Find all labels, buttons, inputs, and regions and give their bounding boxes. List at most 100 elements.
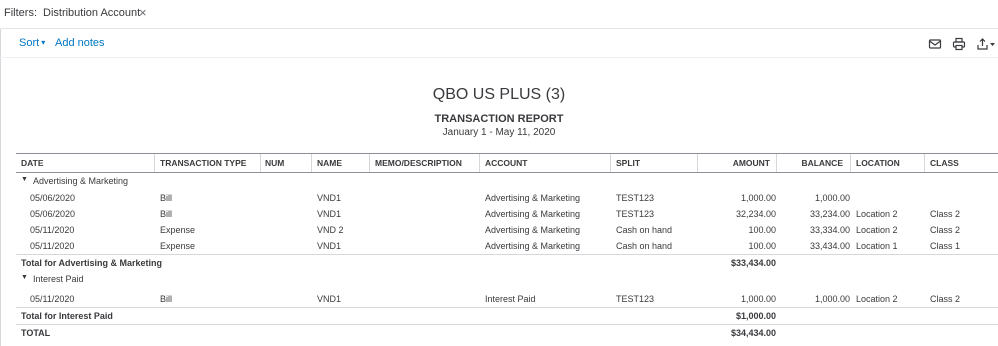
chevron-down-icon: ▾ <box>41 38 46 47</box>
cell-split: Cash on hand <box>616 225 673 235</box>
cell-split: TEST123 <box>616 193 655 203</box>
col-header-class[interactable]: CLASS <box>930 158 959 168</box>
cell-balance: 1,000.00 <box>814 294 850 304</box>
left-border <box>0 29 1 346</box>
cell-balance: 33,334.00 <box>809 225 850 235</box>
filters-label: Filters: <box>4 7 37 19</box>
cell-class: Class 2 <box>930 225 961 235</box>
print-icon[interactable] <box>952 37 966 51</box>
report-date-range: January 1 - May 11, 2020 <box>442 127 556 138</box>
col-header-split[interactable]: SPLIT <box>616 158 640 168</box>
column-divider <box>924 154 925 172</box>
cell-class: Class 1 <box>930 241 961 251</box>
cell-account: Advertising & Marketing <box>485 209 581 219</box>
cell-name: VND1 <box>317 209 342 219</box>
cell-type-link[interactable]: Bill <box>160 209 172 219</box>
filter-chip-distribution-account[interactable]: Distribution Account <box>43 7 140 19</box>
chevron-down-icon[interactable]: ▼ <box>21 176 28 183</box>
col-header-memo[interactable]: MEMO/DESCRIPTION <box>375 158 462 168</box>
chevron-down-icon[interactable]: ▼ <box>21 274 28 281</box>
cell-account: Interest Paid <box>485 294 536 304</box>
report-table: DATE TRANSACTION TYPE NUM NAME MEMO/DESC… <box>16 153 998 341</box>
cell-location: Location 2 <box>856 294 898 304</box>
cell-type-link[interactable]: Expense <box>160 241 195 251</box>
cell-name: VND1 <box>317 193 342 203</box>
cell-date: 05/11/2020 <box>30 225 75 235</box>
col-header-date[interactable]: DATE <box>21 158 44 168</box>
cell-type-link[interactable]: Bill <box>160 294 172 304</box>
table-row: 05/11/2020 Expense VND 2 Advertising & M… <box>16 222 998 238</box>
col-header-transaction-type[interactable]: TRANSACTION TYPE <box>160 158 246 168</box>
cell-amount: 100.00 <box>748 225 776 235</box>
column-divider <box>479 154 480 172</box>
column-divider <box>369 154 370 172</box>
column-divider <box>260 154 261 172</box>
cell-split: TEST123 <box>616 209 655 219</box>
column-divider <box>610 154 611 172</box>
group-total-label: Total for Interest Paid <box>21 311 113 321</box>
group-header-row[interactable]: ▼ Advertising & Marketing <box>16 173 998 190</box>
column-divider <box>154 154 155 172</box>
cell-date: 05/06/2020 <box>30 193 76 203</box>
sort-button[interactable]: Sort ▾ <box>19 37 45 49</box>
cell-account: Advertising & Marketing <box>485 225 581 235</box>
group-name: Interest Paid <box>33 274 84 284</box>
col-header-account[interactable]: ACCOUNT <box>485 158 528 168</box>
group-total-amount[interactable]: $33,434.00 <box>704 258 776 268</box>
cell-name: VND1 <box>317 241 342 251</box>
grand-total-amount[interactable]: $34,434.00 <box>704 328 776 338</box>
cell-split: Cash on hand <box>616 241 673 251</box>
cell-location: Location 2 <box>856 209 898 219</box>
cell-date: 05/06/2020 <box>30 209 76 219</box>
report-title: TRANSACTION REPORT <box>434 113 564 125</box>
table-row: 05/06/2020 Bill VND1 Advertising & Marke… <box>16 190 998 206</box>
cell-name: VND1 <box>317 294 342 304</box>
sort-label: Sort <box>19 37 40 49</box>
cell-class: Class 2 <box>930 209 961 219</box>
column-divider <box>776 154 777 172</box>
column-divider <box>697 154 698 172</box>
cell-amount: 1,000.00 <box>740 193 776 203</box>
table-row: 05/11/2020 Expense VND1 Advertising & Ma… <box>16 238 998 254</box>
cell-date: 05/11/2020 <box>30 294 75 304</box>
cell-account: Advertising & Marketing <box>485 193 581 203</box>
cell-location: Location 1 <box>856 241 898 251</box>
cell-type-link[interactable]: Expense <box>160 225 195 235</box>
column-divider <box>850 154 851 172</box>
col-header-balance[interactable]: BALANCE <box>781 158 843 168</box>
col-header-amount[interactable]: AMOUNT <box>704 158 770 168</box>
cell-type-link[interactable]: Bill <box>160 193 172 203</box>
cell-balance: 33,234.00 <box>809 209 850 219</box>
close-icon[interactable]: × <box>139 6 147 20</box>
col-header-name[interactable]: NAME <box>317 158 342 168</box>
cell-account: Advertising & Marketing <box>485 241 581 251</box>
company-name: QBO US PLUS (3) <box>432 86 566 103</box>
table-row: 05/11/2020 Bill VND1 Interest Paid TEST1… <box>16 291 998 307</box>
cell-name: VND 2 <box>317 225 344 235</box>
cell-amount: 1,000.00 <box>740 294 776 304</box>
group-total-amount[interactable]: $1,000.00 <box>704 311 776 321</box>
report-toolbar: Sort ▾ Add notes <box>0 29 998 58</box>
cell-balance: 1,000.00 <box>814 193 850 203</box>
cell-balance: 33,434.00 <box>809 241 850 251</box>
grand-total-row: TOTAL $34,434.00 <box>16 324 998 341</box>
table-row: 05/06/2020 Bill VND1 Advertising & Marke… <box>16 206 998 222</box>
col-header-location[interactable]: LOCATION <box>856 158 900 168</box>
cell-split: TEST123 <box>616 294 655 304</box>
cell-class: Class 2 <box>930 294 961 304</box>
cell-amount: 100.00 <box>748 241 776 251</box>
group-total-row: Total for Advertising & Marketing $33,43… <box>16 254 998 271</box>
cell-amount: 32,234.00 <box>735 209 776 219</box>
group-total-row: Total for Interest Paid $1,000.00 <box>16 307 998 324</box>
group-header-row[interactable]: ▼ Interest Paid <box>16 271 998 287</box>
column-divider <box>311 154 312 172</box>
col-header-num[interactable]: NUM <box>265 158 284 168</box>
export-icon[interactable] <box>976 37 996 51</box>
cell-date: 05/11/2020 <box>30 241 75 251</box>
email-icon[interactable] <box>928 37 942 51</box>
grand-total-label: TOTAL <box>21 328 51 338</box>
add-notes-link[interactable]: Add notes <box>55 37 105 49</box>
table-header-row: DATE TRANSACTION TYPE NUM NAME MEMO/DESC… <box>16 153 998 173</box>
group-name: Advertising & Marketing <box>33 176 129 186</box>
group-total-label: Total for Advertising & Marketing <box>21 258 163 268</box>
